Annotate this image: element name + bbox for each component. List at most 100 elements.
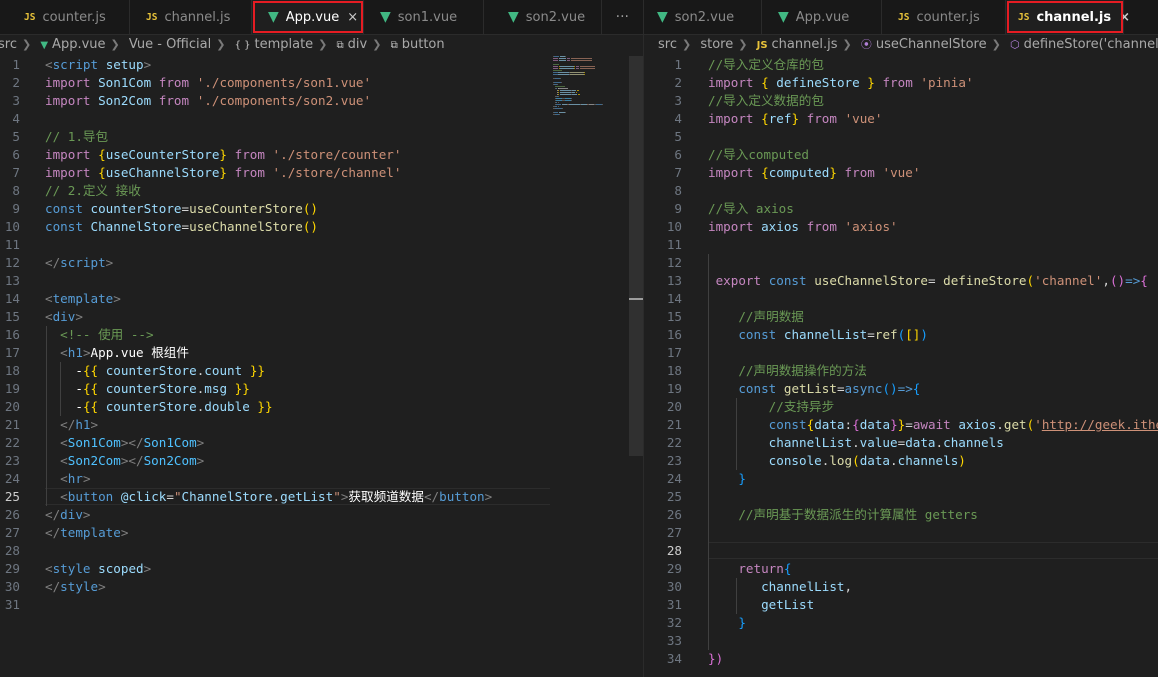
code-line: 4 import {ref} from 'vue' xyxy=(644,110,1158,128)
code-line: 22 channelList.value=data.channels xyxy=(644,434,1158,452)
line-number: 13 xyxy=(4,273,20,288)
breadcrumb-item[interactable]: button xyxy=(402,37,445,52)
line-number: 26 xyxy=(666,507,682,522)
code-editor-left[interactable]: 1 <script setup> 2 import Son1Com from './c… xyxy=(0,56,643,677)
code-line: 27 xyxy=(644,524,1158,542)
minimap-token xyxy=(554,108,562,109)
code-line: 8 xyxy=(644,182,1158,200)
line-number: 25 xyxy=(666,489,682,504)
line-number: 24 xyxy=(666,471,682,486)
tab-app-vue[interactable]: ▼ App.vue xyxy=(762,0,882,34)
code-line: 24 <hr> xyxy=(0,470,643,488)
code-line: 29 return{ xyxy=(644,560,1158,578)
code-text: import {useChannelStore} from './store/c… xyxy=(45,165,402,180)
code-text: <Son1Com></Son1Com> xyxy=(60,435,205,450)
breadcrumb: src ❯ store ❯ JS channel.js ❯ ⦿ useChannelSto… xyxy=(658,35,1158,55)
minimap-token xyxy=(575,92,578,93)
close-icon[interactable]: × xyxy=(347,10,358,25)
code-line: 22 <Son1Com></Son1Com> xyxy=(0,434,643,452)
code-text: <!-- 使用 --> xyxy=(60,327,154,342)
element-icon: ⧉ xyxy=(390,40,398,51)
code-text: <h1>App.vue 根组件 xyxy=(60,345,189,360)
code-line: 3 import Son2Com from './components/son2.… xyxy=(0,92,643,110)
tab-counter-js[interactable]: JS counter.js xyxy=(0,0,130,34)
code-line: 31 getList xyxy=(644,596,1158,614)
minimap-token xyxy=(577,90,580,91)
tab-channel-js[interactable]: JS channel.js xyxy=(130,0,252,34)
line-number: 22 xyxy=(4,435,20,450)
breadcrumb-item[interactable]: Vue - Official xyxy=(129,37,211,52)
minimap-token xyxy=(557,90,560,91)
tab-channel-js[interactable]: JS channel.js × xyxy=(1006,0,1130,34)
code-text: console.log(data.channels) xyxy=(768,453,966,468)
line-number: 29 xyxy=(666,561,682,576)
minimap-token xyxy=(566,60,571,61)
line-number: 19 xyxy=(4,381,20,396)
minimap-token xyxy=(560,68,574,69)
close-icon[interactable]: × xyxy=(1119,10,1130,25)
line-number: 4 xyxy=(674,111,682,126)
tab-app-vue[interactable]: ▼ App.vue × xyxy=(252,0,364,34)
breadcrumb-item[interactable]: channel.js xyxy=(772,37,838,52)
line-number: 5 xyxy=(12,129,20,144)
breadcrumb-item[interactable]: store xyxy=(700,37,733,52)
tab-son1-vue[interactable]: ▼ son1.vue xyxy=(364,0,484,34)
breadcrumb-item[interactable]: template xyxy=(254,37,313,52)
line-number: 1 xyxy=(674,57,682,72)
vue-file-icon: ▼ xyxy=(268,9,279,25)
minimap-token xyxy=(560,90,571,91)
line-number: 17 xyxy=(666,345,682,360)
breadcrumb-item[interactable]: defineStore('channel') callb xyxy=(1024,37,1158,52)
minimap-token xyxy=(601,104,603,105)
code-text: //导入computed xyxy=(708,147,810,162)
code-line: 16 <!-- 使用 --> xyxy=(0,326,643,344)
tab-son2-vue[interactable]: ▼ son2.vue xyxy=(644,0,762,34)
minimap-token xyxy=(558,88,569,89)
tab-label: son1.vue xyxy=(397,9,458,25)
code-line: 9 const counterStore=useCounterStore() xyxy=(0,200,643,218)
breadcrumb-item[interactable]: src xyxy=(658,37,677,52)
code-line: 21 </h1> xyxy=(0,416,643,434)
line-number: 21 xyxy=(666,417,682,432)
breadcrumb-item[interactable]: App.vue xyxy=(52,37,105,52)
code-line: 3 //导入定义数据的包 xyxy=(644,92,1158,110)
vertical-scrollbar[interactable] xyxy=(629,56,643,456)
code-text: </style> xyxy=(45,579,106,594)
minimap-token xyxy=(559,60,566,61)
minimap-token xyxy=(571,58,592,59)
code-text: //导入定义数据的包 xyxy=(708,93,824,108)
minimap-token xyxy=(564,56,566,57)
code-line: 27 </template> xyxy=(0,524,643,542)
chevron-right-icon: ❯ xyxy=(110,38,120,51)
minimap-token xyxy=(559,114,561,115)
more-actions-icon[interactable]: ··· xyxy=(616,0,629,34)
minimap-token xyxy=(553,64,560,65)
minimap[interactable] xyxy=(553,56,623,116)
breadcrumb-item[interactable]: div xyxy=(348,37,368,52)
tab-son2-vue[interactable]: ▼ son2.vue xyxy=(484,0,602,34)
code-text: <div> xyxy=(45,309,83,324)
code-line: 1 //导入定义仓库的包 xyxy=(644,56,1158,74)
tab-counter-js[interactable]: JS counter.js xyxy=(882,0,1006,34)
line-number: 9 xyxy=(12,201,20,216)
tab-label: son2.vue xyxy=(525,9,586,25)
chevron-right-icon: ❯ xyxy=(372,38,382,51)
code-line: 29 <style scoped> xyxy=(0,560,643,578)
breadcrumb-item[interactable]: useChannelStore xyxy=(876,37,987,52)
minimap-token xyxy=(570,74,584,75)
code-line: 2 import Son1Com from './components/son1.… xyxy=(0,74,643,92)
breadcrumb-item[interactable]: src xyxy=(0,37,17,52)
code-line: 26 </div> xyxy=(0,506,643,524)
code-line: 7 import {computed} from 'vue' xyxy=(644,164,1158,182)
line-number: 21 xyxy=(4,417,20,432)
line-number: 30 xyxy=(666,579,682,594)
line-number: 7 xyxy=(12,165,20,180)
code-line: 11 xyxy=(0,236,643,254)
code-text: } xyxy=(738,615,746,630)
code-text: <script setup> xyxy=(45,57,152,72)
tab-label: son2.vue xyxy=(674,9,735,25)
vue-file-icon: ▼ xyxy=(380,9,391,25)
code-text: <template> xyxy=(45,291,121,306)
code-editor-right[interactable]: 1 //导入定义仓库的包 2 import { defineStore } from … xyxy=(644,56,1158,677)
code-line: 19 const getList=async()=>{ xyxy=(644,380,1158,398)
